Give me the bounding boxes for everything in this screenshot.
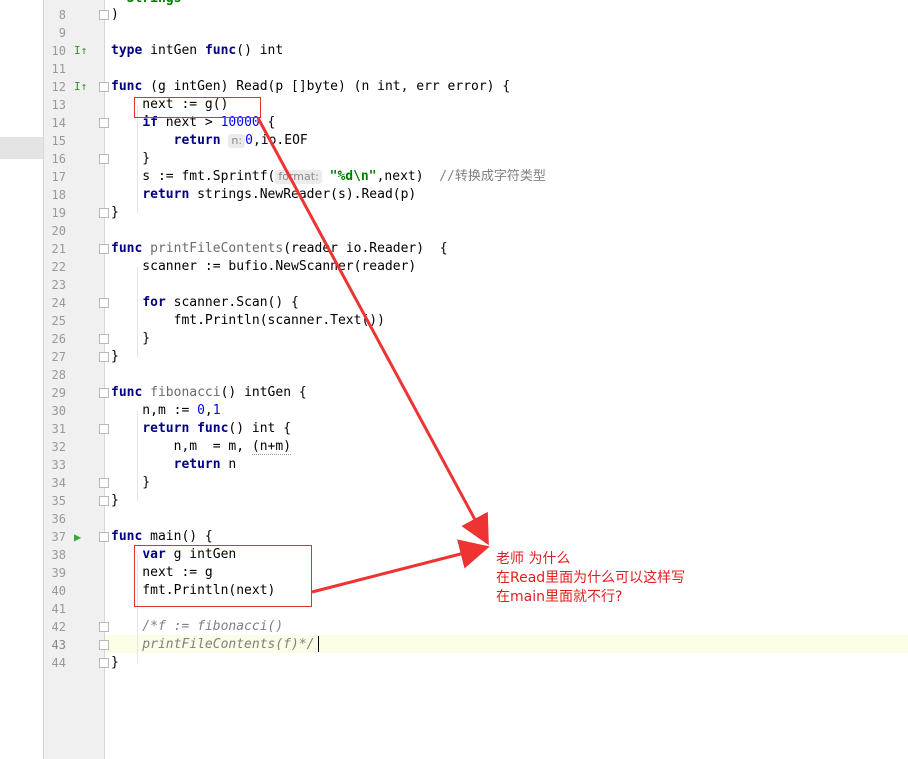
annotation-line-2: 在Read里面为什么可以这样写 (496, 570, 686, 586)
arrow-from-read (256, 117, 489, 546)
annotation-line-3: 在main里面就不行? (496, 589, 623, 605)
arrow-from-main (311, 539, 490, 594)
annotation-arrows (256, 117, 490, 594)
annotation-note: 老师 为什么 在Read里面为什么可以这样写 在main里面就不行? (496, 550, 685, 607)
annotation-line-1: 老师 为什么 (496, 551, 571, 567)
